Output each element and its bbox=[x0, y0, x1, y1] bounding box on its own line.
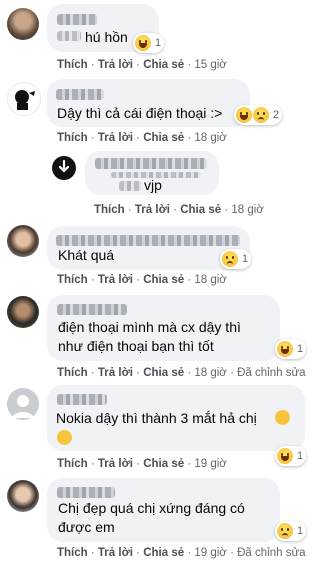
reaction-badge[interactable]: 1 bbox=[220, 249, 252, 269]
timestamp[interactable]: 18 giờ bbox=[194, 132, 226, 144]
comment-bubble: điện thoại mình mà cx dậy thì như điện t… bbox=[47, 295, 280, 361]
share-link[interactable]: Chia sẻ bbox=[143, 458, 184, 470]
comment-actions: Thích · Trả lời · Chia sẻ · 18 giờ bbox=[57, 132, 227, 144]
comment-text: điện thoại mình mà cx dậy thì bbox=[58, 319, 241, 335]
reaction-badge[interactable]: 1 bbox=[275, 521, 307, 541]
reaction-count: 1 bbox=[297, 525, 304, 537]
redacted-text bbox=[57, 31, 81, 41]
author-name[interactable] bbox=[57, 394, 107, 405]
sad-icon bbox=[253, 107, 269, 123]
reaction-badge[interactable]: 1 bbox=[275, 339, 307, 359]
comment-text: như điện thoại bạn thì tốt bbox=[58, 338, 214, 354]
reply-link[interactable]: Trả lời bbox=[98, 59, 133, 71]
reaction-badge[interactable]: 1 bbox=[275, 446, 307, 466]
comment-actions: Thích · Trả lời · Chia sẻ · 18 giờ bbox=[57, 274, 227, 286]
edited-label[interactable]: Đã chỉnh sửa bbox=[237, 367, 305, 379]
author-name[interactable] bbox=[57, 304, 127, 315]
grinning-face-icon bbox=[57, 430, 72, 445]
share-link[interactable]: Chia sẻ bbox=[143, 367, 184, 379]
author-name[interactable] bbox=[56, 89, 104, 100]
comment-bubble: Nokia dậy thì thành 3 mắt hả chị bbox=[47, 385, 305, 451]
avatar[interactable] bbox=[7, 225, 39, 257]
comment-bubble: Chị đẹp quá chị xứng đáng có được em bbox=[47, 478, 280, 542]
avatar[interactable] bbox=[7, 82, 41, 116]
reaction-count: 1 bbox=[242, 253, 249, 265]
comment-text: Nokia dậy thì thành 3 mắt hả chị bbox=[56, 410, 257, 426]
reaction-count: 1 bbox=[297, 343, 304, 355]
comment-actions: Thích · Trả lời · Chia sẻ · 18 giờ · Đã … bbox=[57, 367, 306, 379]
like-link[interactable]: Thích bbox=[57, 274, 88, 286]
like-link[interactable]: Thích bbox=[57, 132, 88, 144]
arrow-down-icon bbox=[58, 159, 70, 173]
author-name[interactable] bbox=[57, 14, 97, 25]
share-link[interactable]: Chia sẻ bbox=[143, 132, 184, 144]
like-link[interactable]: Thích bbox=[57, 547, 88, 559]
comment-text: Chị đẹp quá chị xứng đáng có bbox=[58, 500, 245, 516]
avatar[interactable] bbox=[7, 480, 39, 512]
haha-icon bbox=[236, 107, 252, 123]
share-link[interactable]: Chia sẻ bbox=[143, 59, 184, 71]
avatar[interactable] bbox=[52, 156, 76, 180]
like-link[interactable]: Thích bbox=[94, 204, 125, 216]
reply-link[interactable]: Trả lời bbox=[98, 367, 133, 379]
comment-text: được em bbox=[58, 519, 115, 535]
author-name[interactable] bbox=[57, 487, 115, 498]
comment-text: Dậy thì cả cái điện thoại :> bbox=[57, 105, 223, 121]
timestamp[interactable]: 19 giờ bbox=[194, 458, 226, 470]
author-name[interactable] bbox=[56, 235, 240, 246]
reaction-count: 1 bbox=[155, 37, 162, 49]
avatar[interactable] bbox=[7, 388, 39, 420]
thinking-face-icon bbox=[275, 410, 290, 425]
comment-bubble: Khát quá bbox=[47, 226, 250, 270]
comment-actions: Thích · Trả lời · Chia sẻ · 19 giờ · Đã … bbox=[57, 547, 306, 559]
timestamp[interactable]: 18 giờ bbox=[194, 367, 226, 379]
reply-link[interactable]: Trả lời bbox=[98, 132, 133, 144]
avatar[interactable] bbox=[7, 296, 39, 328]
comment-bubble: Dậy thì cả cái điện thoại :> bbox=[47, 79, 250, 127]
like-link[interactable]: Thích bbox=[57, 458, 88, 470]
reply-link[interactable]: Trả lời bbox=[98, 547, 133, 559]
avatar[interactable] bbox=[7, 8, 39, 40]
timestamp[interactable]: 18 giờ bbox=[231, 204, 263, 216]
timestamp[interactable]: 18 giờ bbox=[194, 274, 226, 286]
default-avatar-icon bbox=[12, 395, 34, 418]
comment-text: hú hồn bbox=[85, 29, 128, 45]
comment-bubble: vjp bbox=[85, 151, 219, 195]
haha-icon bbox=[277, 341, 293, 357]
comment-actions: Thích · Trả lời · Chia sẻ · 19 giờ bbox=[57, 458, 227, 470]
haha-icon bbox=[135, 35, 151, 51]
cartoon-avatar-icon bbox=[15, 90, 35, 110]
sad-icon bbox=[277, 523, 293, 539]
reply-link[interactable]: Trả lời bbox=[135, 204, 170, 216]
edited-label[interactable]: Đã chỉnh sửa bbox=[237, 547, 305, 559]
share-link[interactable]: Chia sẻ bbox=[180, 204, 221, 216]
like-link[interactable]: Thích bbox=[57, 367, 88, 379]
share-link[interactable]: Chia sẻ bbox=[143, 547, 184, 559]
haha-icon bbox=[277, 448, 293, 464]
comment-text: Khát quá bbox=[58, 247, 115, 263]
comment-actions: Thích · Trả lời · Chia sẻ · 15 giờ bbox=[57, 59, 227, 71]
reply-link[interactable]: Trả lời bbox=[98, 458, 133, 470]
redacted-text bbox=[119, 181, 141, 191]
reaction-badge[interactable]: 2 bbox=[234, 105, 283, 125]
author-name[interactable] bbox=[95, 158, 207, 169]
share-link[interactable]: Chia sẻ bbox=[143, 274, 184, 286]
comment-actions: Thích · Trả lời · Chia sẻ · 18 giờ bbox=[94, 204, 264, 216]
reaction-count: 1 bbox=[297, 450, 304, 462]
reaction-count: 2 bbox=[273, 109, 280, 121]
sad-icon bbox=[222, 251, 238, 267]
reply-link[interactable]: Trả lời bbox=[98, 274, 133, 286]
reaction-badge[interactable]: 1 bbox=[133, 33, 165, 53]
like-link[interactable]: Thích bbox=[57, 59, 88, 71]
timestamp[interactable]: 15 giờ bbox=[194, 59, 226, 71]
comment-text: vjp bbox=[144, 177, 162, 193]
timestamp[interactable]: 19 giờ bbox=[194, 547, 226, 559]
